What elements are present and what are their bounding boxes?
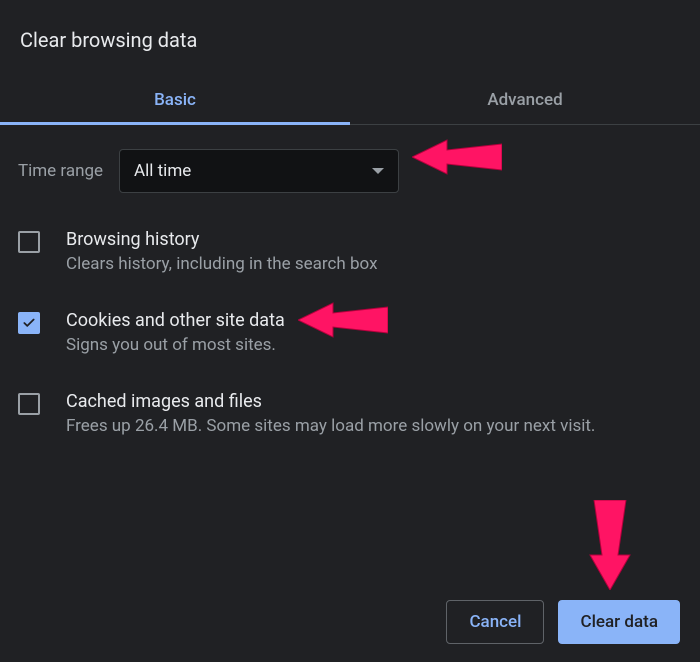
option-desc: Clears history, including in the search …	[66, 254, 378, 274]
tab-bar: Basic Advanced	[0, 76, 700, 125]
clear-data-button[interactable]: Clear data	[558, 600, 680, 644]
time-range-label: Time range	[18, 161, 103, 181]
tab-advanced[interactable]: Advanced	[350, 76, 700, 124]
tab-basic[interactable]: Basic	[0, 76, 350, 124]
option-title: Cached images and files	[66, 391, 595, 412]
cancel-button[interactable]: Cancel	[446, 600, 544, 644]
checkbox-cookies[interactable]	[18, 312, 40, 334]
option-cached: Cached images and files Frees up 26.4 MB…	[18, 373, 682, 454]
options-list: Browsing history Clears history, includi…	[0, 211, 700, 454]
time-range-select[interactable]: All time	[119, 149, 399, 193]
option-cookies: Cookies and other site data Signs you ou…	[18, 292, 682, 373]
dialog-title: Clear browsing data	[0, 0, 700, 76]
annotation-arrow-icon	[580, 500, 640, 590]
dialog-footer: Cancel Clear data	[446, 600, 680, 644]
option-desc: Frees up 26.4 MB. Some sites may load mo…	[66, 416, 595, 436]
checkbox-browsing-history[interactable]	[18, 231, 40, 253]
chevron-down-icon	[372, 168, 384, 174]
option-title: Cookies and other site data	[66, 310, 285, 331]
option-desc: Signs you out of most sites.	[66, 335, 285, 355]
option-title: Browsing history	[66, 229, 378, 250]
time-range-row: Time range All time	[0, 125, 700, 211]
time-range-value: All time	[134, 161, 191, 181]
option-browsing-history: Browsing history Clears history, includi…	[18, 211, 682, 292]
checkbox-cached[interactable]	[18, 393, 40, 415]
